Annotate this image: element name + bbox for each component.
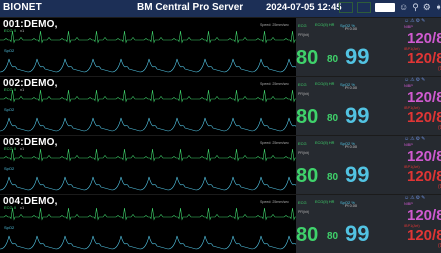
ibp-value: 120/80 [407, 109, 441, 126]
server-title: BM Central Pro Server [137, 2, 244, 13]
spo2-pi-label: PI 0.00 [345, 86, 358, 90]
sweep-speed: Speed: 25mm/sec [260, 141, 289, 145]
ecg-vital-label: ECG [298, 23, 307, 28]
pr-label: PR(bit) [298, 33, 310, 37]
pr-label: PR(bit) [298, 210, 310, 214]
nibp-value: 120/80 [407, 207, 441, 224]
spo2-waveform [0, 116, 296, 132]
spo2-value: 99 [345, 221, 370, 246]
nibp-label: NIBP [404, 25, 413, 29]
ecg-gain-label: x1 [20, 205, 25, 210]
sweep-speed: Speed: 25mm/sec [260, 82, 289, 86]
exit-icon[interactable]: ➧ [435, 2, 441, 13]
hr-source-label: ECG(II) HR [315, 141, 335, 145]
ecg-vital-label: ECG [298, 141, 307, 146]
pr-value: 80 [327, 172, 339, 183]
ecg-waveform [0, 148, 296, 162]
vitals-panel: ECG ECG(II) HR PR(bit) SpO2 % PI 0.00 ☺⚠… [296, 136, 441, 194]
spo2-wave-label: SpO2 [4, 107, 15, 112]
patient-panel[interactable]: 004:DEMO, ECG II x1 SpO2 Speed: 25mm/sec… [0, 194, 441, 253]
hr-source-label: ECG(II) HR [315, 200, 335, 204]
vitals-panel: ECG ECG(II) HR PR(bit) SpO2 % PI 0.00 ☺⚠… [296, 18, 441, 76]
spo2-waveform [0, 234, 296, 250]
spo2-pi-label: PI 0.00 [345, 27, 358, 31]
settings-icon[interactable]: ⚙ [423, 2, 431, 13]
hr-value: 80 [296, 224, 319, 246]
ecg-waveform [0, 30, 296, 44]
status-bar-indicator [375, 3, 395, 12]
spo2-wave-label: SpO2 [4, 48, 15, 53]
pr-label: PR(bit) [298, 92, 310, 96]
pr-value: 80 [327, 113, 339, 124]
nibp-value: 120/80 [407, 89, 441, 106]
spo2-waveform [0, 57, 296, 73]
spo2-wave-label: SpO2 [4, 166, 15, 171]
brand-logo: BIONET [3, 2, 42, 13]
panel-icons[interactable]: ☺⚠⚙✎ [404, 77, 426, 83]
sweep-speed: Speed: 25mm/sec [260, 200, 289, 204]
ecg-lead-label: ECG II [4, 205, 17, 210]
user-icon[interactable]: ☺ [399, 2, 408, 13]
date-time: 2024-07-05 12:45 [266, 2, 342, 13]
ecg-vital-label: ECG [298, 82, 307, 87]
patient-panel[interactable]: 001:DEMO, ECG II x1 SpO2 Speed: 25mm/sec… [0, 17, 441, 76]
spo2-wave-label: SpO2 [4, 225, 15, 230]
panel-icons[interactable]: ☺⚠⚙✎ [404, 195, 426, 201]
ecg-lead-label: ECG II [4, 28, 17, 33]
hr-value: 80 [296, 106, 319, 128]
pr-label: PR(bit) [298, 151, 310, 155]
ecg-waveform [0, 207, 296, 221]
top-bar: BIONET BM Central Pro Server 2024-07-05 … [0, 0, 441, 17]
spo2-value: 99 [345, 44, 370, 69]
hr-source-label: ECG(II) HR [315, 23, 335, 27]
vitals-panel: ECG ECG(II) HR PR(bit) SpO2 % PI 0.00 ☺⚠… [296, 195, 441, 253]
hr-value: 80 [296, 47, 319, 69]
spo2-value: 99 [345, 103, 370, 128]
hr-value: 80 [296, 165, 319, 187]
panel-icons[interactable]: ☺⚠⚙✎ [404, 18, 426, 24]
spo2-waveform [0, 175, 296, 191]
pr-value: 80 [327, 54, 339, 65]
ibp-value: 120/80 [407, 227, 441, 244]
patient-panel[interactable]: 003:DEMO, ECG II x1 SpO2 Speed: 25mm/sec… [0, 135, 441, 194]
battery-icon[interactable] [339, 2, 353, 13]
sweep-speed: Speed: 25mm/sec [260, 23, 289, 27]
display-icon[interactable] [357, 2, 371, 13]
ecg-gain-label: x1 [20, 146, 25, 151]
patient-panel[interactable]: 002:DEMO, ECG II x1 SpO2 Speed: 25mm/sec… [0, 76, 441, 135]
spo2-pi-label: PI 0.00 [345, 204, 358, 208]
ecg-gain-label: x1 [20, 28, 25, 33]
nibp-value: 120/80 [407, 148, 441, 165]
spo2-value: 99 [345, 162, 370, 187]
toolbar-icons: ☺ ⚲ ⚙ ➧ [339, 2, 441, 13]
nibp-label: NIBP [404, 202, 413, 206]
ecg-vital-label: ECG [298, 200, 307, 205]
nibp-label: NIBP [404, 143, 413, 147]
ecg-gain-label: x1 [20, 87, 25, 92]
vitals-panel: ECG ECG(II) HR PR(bit) SpO2 % PI 0.00 ☺⚠… [296, 77, 441, 135]
ecg-lead-label: ECG II [4, 146, 17, 151]
nibp-value: 120/80 [407, 30, 441, 47]
ecg-lead-label: ECG II [4, 87, 17, 92]
hr-source-label: ECG(II) HR [315, 82, 335, 86]
panel-icons[interactable]: ☺⚠⚙✎ [404, 136, 426, 142]
spo2-pi-label: PI 0.00 [345, 145, 358, 149]
pr-value: 80 [327, 231, 339, 242]
ibp-value: 120/80 [407, 50, 441, 67]
ecg-waveform [0, 89, 296, 103]
search-icon[interactable]: ⚲ [412, 2, 419, 13]
ibp-value: 120/80 [407, 168, 441, 185]
nibp-label: NIBP [404, 84, 413, 88]
